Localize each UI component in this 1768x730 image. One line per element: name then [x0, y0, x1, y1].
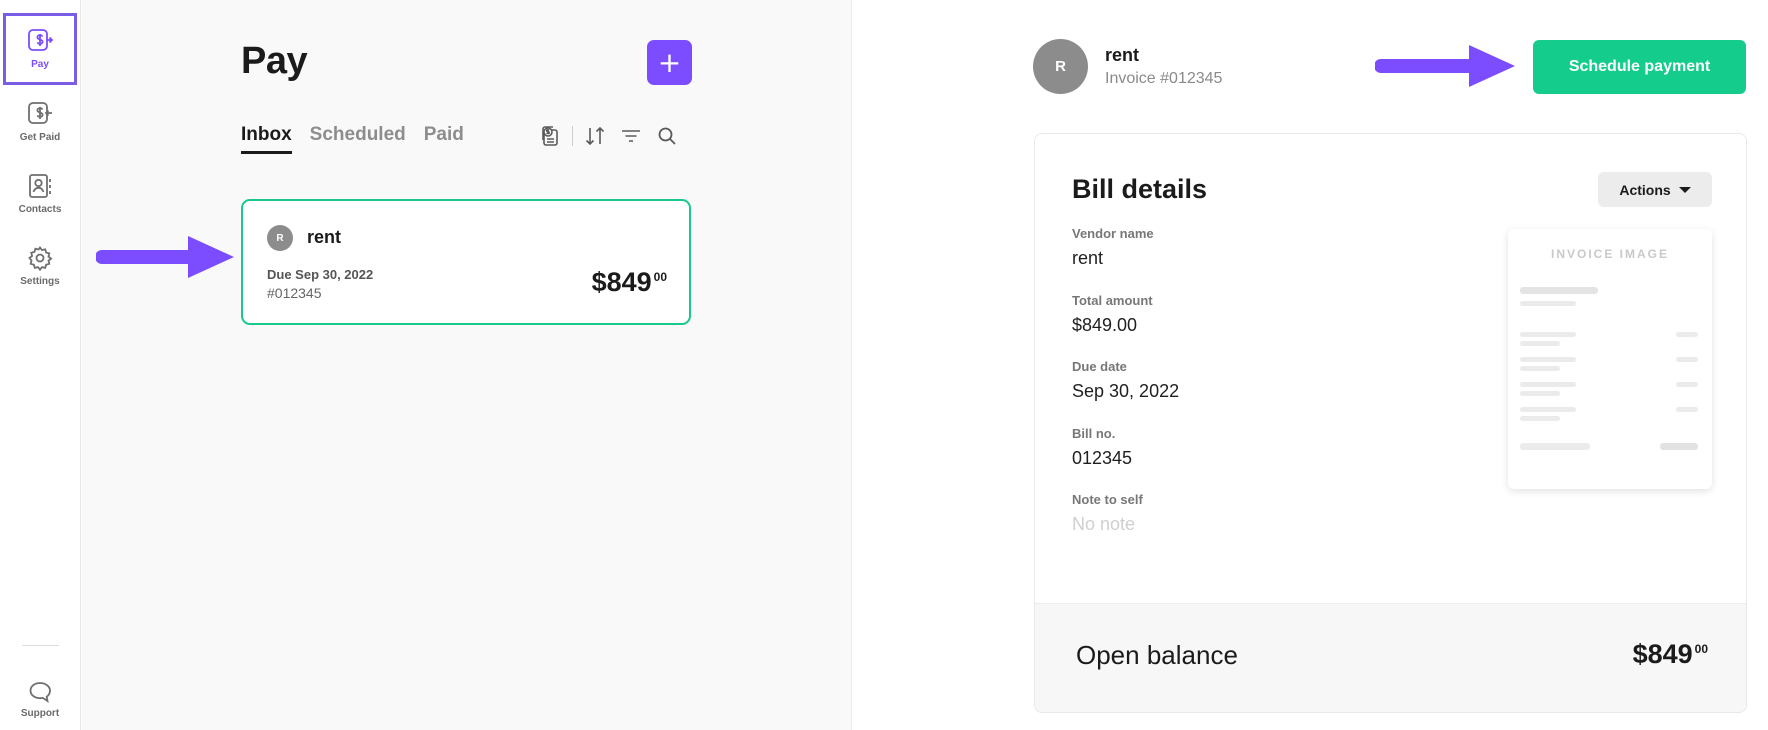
skeleton-line	[1520, 332, 1576, 337]
bill-details-title: Bill details	[1072, 174, 1208, 204]
skeleton-line	[1520, 407, 1576, 412]
field-label: Vendor name	[1072, 226, 1154, 241]
bill-vendor-name: rent	[307, 227, 342, 247]
tab-inbox[interactable]: Inbox	[241, 124, 292, 154]
field-label: Due date	[1072, 359, 1127, 374]
tab-scheduled[interactable]: Scheduled	[310, 124, 406, 154]
bills-list-pane: Pay + Inbox Scheduled Paid R rent Due Se…	[82, 0, 852, 730]
contacts-icon	[27, 173, 53, 199]
avatar: R	[1033, 39, 1088, 94]
chat-bubble-icon	[28, 681, 52, 703]
sidebar-item-support[interactable]: Support	[3, 664, 77, 730]
sidebar-item-settings[interactable]: Settings	[3, 230, 77, 302]
detail-invoice-number: Invoice #012345	[1105, 70, 1223, 87]
gear-icon	[27, 245, 53, 271]
skeleton-line	[1676, 382, 1698, 387]
open-balance-amount: $849 00	[1633, 639, 1708, 670]
field-value: $849.00	[1072, 315, 1138, 335]
invoice-image-placeholder[interactable]: INVOICE IMAGE	[1508, 229, 1712, 489]
search-icon[interactable]	[649, 124, 685, 148]
skeleton-line	[1520, 357, 1576, 362]
toolbar-divider	[572, 126, 573, 146]
bill-number: #012345	[267, 285, 322, 301]
field-note-to-self[interactable]: Note to self No note	[1072, 492, 1143, 535]
field-value: 012345	[1072, 448, 1133, 468]
pay-icon	[27, 28, 53, 54]
sidebar-divider	[22, 645, 59, 646]
tab-bar: Inbox Scheduled Paid	[241, 124, 464, 154]
bill-amount: $849 00	[592, 267, 667, 298]
sidebar-item-label: Contacts	[18, 204, 62, 215]
field-label: Bill no.	[1072, 426, 1116, 441]
actions-button[interactable]: Actions	[1598, 172, 1712, 207]
skeleton-line	[1676, 332, 1698, 337]
field-value: Sep 30, 2022	[1072, 381, 1180, 401]
sidebar-item-label: Support	[20, 708, 60, 719]
get-paid-icon	[27, 101, 53, 127]
upload-bill-icon[interactable]	[532, 124, 568, 148]
bill-due-date: Due Sep 30, 2022	[267, 267, 374, 282]
skeleton-line	[1520, 416, 1560, 421]
sidebar-item-label: Get Paid	[19, 132, 61, 143]
skeleton-line	[1676, 407, 1698, 412]
page-title: Pay	[241, 40, 308, 82]
sidebar-item-pay[interactable]: Pay	[3, 13, 77, 85]
skeleton-line	[1520, 366, 1560, 371]
annotation-arrow-icon	[1375, 45, 1515, 87]
skeleton-line	[1520, 443, 1590, 450]
sidebar: Pay Get Paid Contacts Settings Support	[0, 0, 81, 730]
skeleton-line	[1520, 391, 1560, 396]
bill-details-card: Bill details Actions Vendor name rent To…	[1034, 133, 1747, 713]
sidebar-item-get-paid[interactable]: Get Paid	[3, 86, 77, 158]
invoice-image-label: INVOICE IMAGE	[1550, 247, 1669, 261]
skeleton-line	[1676, 357, 1698, 362]
add-bill-button[interactable]: +	[647, 40, 692, 85]
tab-paid[interactable]: Paid	[424, 124, 464, 154]
schedule-payment-button[interactable]: Schedule payment	[1533, 40, 1746, 94]
bill-amount-cents: 00	[653, 270, 667, 284]
bill-card[interactable]: R rent Due Sep 30, 2022 #012345 $849 00	[241, 199, 691, 325]
balance-cents: 00	[1694, 642, 1708, 656]
skeleton-line	[1520, 382, 1576, 387]
field-vendor-name: Vendor name rent	[1072, 226, 1154, 269]
skeleton-line	[1520, 301, 1576, 306]
field-label: Total amount	[1072, 293, 1153, 308]
field-label: Note to self	[1072, 492, 1143, 507]
balance-dollars: $849	[1632, 639, 1693, 669]
list-toolbar	[532, 124, 685, 148]
sidebar-item-label: Pay	[31, 59, 49, 70]
field-value: rent	[1072, 248, 1104, 268]
sidebar-item-label: Settings	[20, 276, 60, 287]
skeleton-line	[1520, 287, 1598, 294]
filter-icon[interactable]	[613, 124, 649, 148]
avatar: R	[267, 225, 293, 251]
open-balance-label: Open balance	[1076, 640, 1238, 670]
actions-label: Actions	[1619, 181, 1671, 198]
chevron-down-icon	[1678, 186, 1691, 193]
open-balance-bar: Open balance $849 00	[1035, 603, 1746, 712]
skeleton-line	[1520, 341, 1560, 346]
sort-icon[interactable]	[577, 124, 613, 148]
skeleton-line	[1660, 443, 1698, 450]
bill-amount-dollars: $849	[591, 267, 652, 297]
note-placeholder: No note	[1072, 514, 1136, 534]
field-bill-number: Bill no. 012345	[1072, 426, 1132, 469]
field-due-date: Due date Sep 30, 2022	[1072, 359, 1179, 402]
sidebar-item-contacts[interactable]: Contacts	[3, 158, 77, 230]
field-total-amount: Total amount $849.00	[1072, 293, 1153, 336]
detail-vendor-name: rent	[1105, 45, 1140, 65]
bill-detail-pane: R rent Invoice #012345 Schedule payment …	[853, 0, 1768, 730]
annotation-arrow-icon	[96, 236, 234, 278]
